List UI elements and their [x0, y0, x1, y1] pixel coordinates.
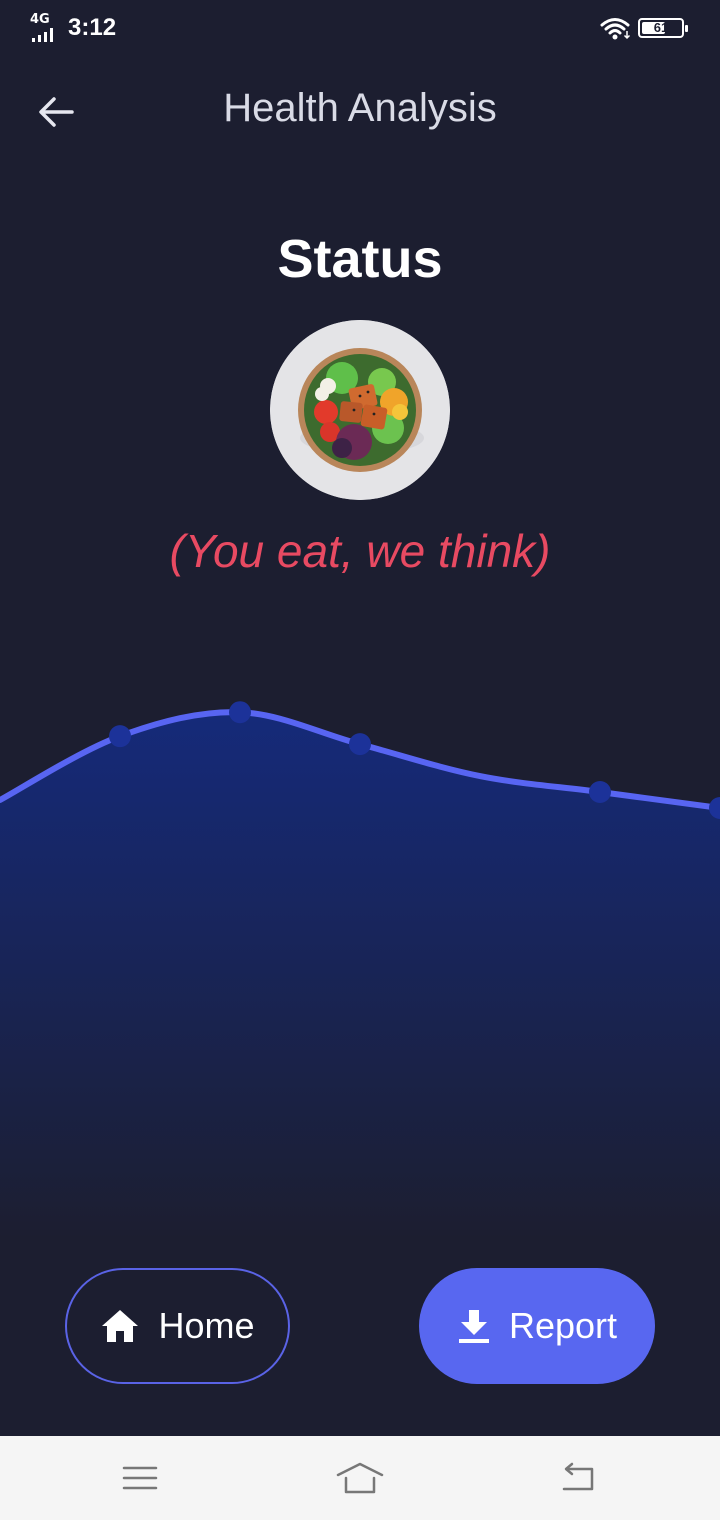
report-button[interactable]: Report	[419, 1268, 655, 1384]
report-button-label: Report	[508, 1305, 618, 1346]
nav-home-icon	[336, 1462, 384, 1494]
download-icon	[458, 1310, 489, 1343]
home-button-label: Home	[158, 1305, 255, 1346]
tagline: (You eat, we think)	[169, 525, 551, 577]
wifi-icon	[600, 18, 631, 40]
chart-point	[589, 781, 611, 804]
chart-point	[229, 701, 251, 724]
menu-icon	[122, 1466, 158, 1490]
nav-back-icon	[562, 1462, 594, 1491]
menu-button[interactable]	[110, 1454, 170, 1502]
page-title: Health Analysis	[223, 86, 497, 130]
status-heading: Status	[277, 229, 443, 289]
status-bar: 4G 3:12 61	[0, 0, 720, 56]
chart-point	[349, 733, 371, 756]
health-trend-chart	[0, 701, 720, 1240]
nav-home-button[interactable]	[330, 1454, 390, 1502]
status-time: 3:12	[68, 14, 117, 41]
salad-bowl-image	[270, 320, 450, 500]
home-icon	[102, 1310, 139, 1342]
home-button[interactable]: Home	[65, 1268, 290, 1384]
battery-indicator: 61	[638, 18, 688, 38]
cellular-signal-icon: 4G	[30, 12, 62, 42]
nav-back-button[interactable]	[548, 1454, 608, 1502]
network-type: 4G	[30, 12, 50, 27]
system-nav-bar	[0, 1436, 720, 1520]
chart-point	[109, 725, 131, 748]
battery-percent: 61	[653, 20, 669, 35]
